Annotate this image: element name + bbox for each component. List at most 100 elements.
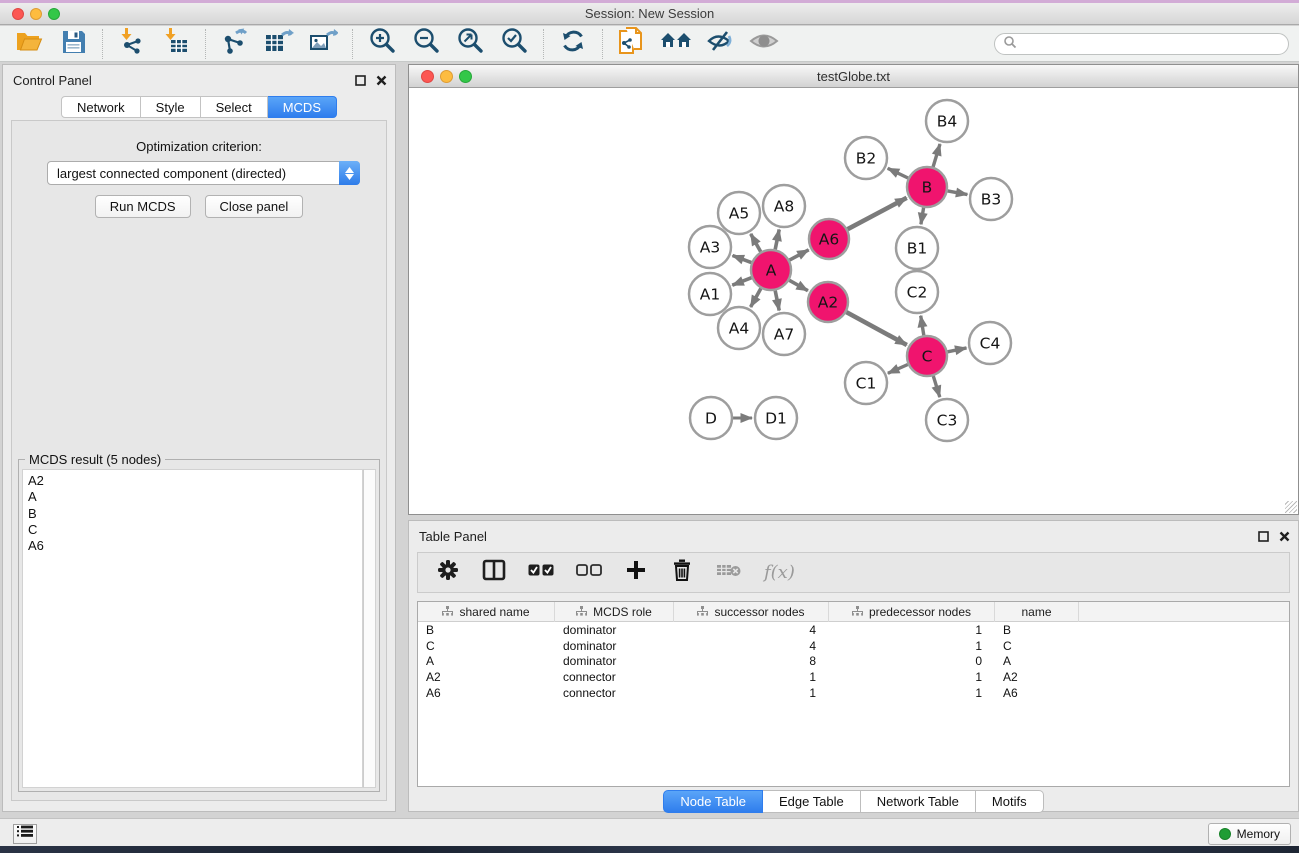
node-B3[interactable]: B3 (970, 178, 1012, 220)
edge-A-A3[interactable] (733, 256, 752, 263)
table-cell[interactable]: A6 (418, 686, 555, 700)
table-cell[interactable]: 1 (829, 686, 995, 700)
edge-A-A5[interactable] (751, 234, 761, 252)
mcds-result-list[interactable]: A2ABCA6 (22, 469, 363, 788)
table-cell[interactable]: A (418, 654, 555, 668)
node-A6[interactable]: A6 (809, 219, 849, 259)
table-cell[interactable]: 1 (829, 670, 995, 684)
table-row[interactable]: Adominator80A (418, 654, 1289, 670)
network-canvas[interactable]: B4B2BB3A8A5A6A3B1AC2A1A2A4A7C4CC1C3DD1 (409, 88, 1298, 514)
tab-network[interactable]: Network (61, 96, 141, 118)
edge-B-B3[interactable] (948, 191, 968, 195)
table-row[interactable]: Cdominator41C (418, 638, 1289, 654)
mcds-result-scrollbar[interactable] (363, 469, 376, 788)
node-C[interactable]: C (907, 336, 947, 376)
import-network-button[interactable] (117, 29, 147, 59)
node-B2[interactable]: B2 (845, 137, 887, 179)
tab-select[interactable]: Select (201, 96, 268, 118)
export-table-button[interactable] (264, 29, 294, 59)
column-header-MCDS-role[interactable]: MCDS role (555, 602, 674, 622)
node-A8[interactable]: A8 (763, 185, 805, 227)
edge-C-C4[interactable] (948, 348, 967, 352)
mcds-result-item[interactable]: B (28, 506, 357, 522)
add-row-button[interactable] (624, 560, 648, 586)
node-C2[interactable]: C2 (896, 271, 938, 313)
table-cell[interactable]: A2 (995, 670, 1079, 684)
zoom-selected-button[interactable] (499, 29, 529, 59)
edge-A-A4[interactable] (751, 288, 761, 307)
float-panel-icon[interactable] (1258, 529, 1269, 547)
edge-A2-C[interactable] (846, 312, 906, 345)
mcds-result-item[interactable]: A (28, 489, 357, 505)
column-header-predecessor-nodes[interactable]: predecessor nodes (829, 602, 995, 622)
tab-style[interactable]: Style (141, 96, 201, 118)
edge-A6-B[interactable] (848, 198, 907, 229)
table-cell[interactable]: B (995, 623, 1079, 637)
table-cell[interactable]: dominator (555, 654, 674, 668)
task-history-button[interactable] (13, 824, 37, 844)
edge-A-A8[interactable] (775, 230, 779, 250)
zoom-out-button[interactable] (411, 29, 441, 59)
export-network-button[interactable] (220, 29, 250, 59)
table-cell[interactable]: A (995, 654, 1079, 668)
node-A3[interactable]: A3 (689, 226, 731, 268)
table-cell[interactable]: 4 (674, 639, 829, 653)
column-header-name[interactable]: name (995, 602, 1079, 622)
edge-C-C2[interactable] (921, 316, 924, 336)
table-cell[interactable]: 1 (829, 623, 995, 637)
frame-resize-handle[interactable] (1285, 501, 1297, 513)
table-cell[interactable]: 4 (674, 623, 829, 637)
deselect-all-button[interactable] (576, 560, 602, 586)
run-mcds-button[interactable]: Run MCDS (95, 195, 191, 218)
tab-mcds[interactable]: MCDS (268, 96, 337, 118)
zoom-in-button[interactable] (367, 29, 397, 59)
edge-C-C1[interactable] (888, 365, 908, 374)
table-cell[interactable]: C (995, 639, 1079, 653)
edge-A-A2[interactable] (789, 280, 808, 290)
table-cell[interactable]: A2 (418, 670, 555, 684)
node-D[interactable]: D (690, 397, 732, 439)
close-panel-icon[interactable] (376, 73, 387, 91)
table-cell[interactable]: A6 (995, 686, 1079, 700)
import-table-button[interactable] (161, 29, 191, 59)
save-session-button[interactable] (58, 29, 88, 59)
edge-B-B2[interactable] (888, 168, 908, 178)
zoom-fit-button[interactable] (455, 29, 485, 59)
table-cell[interactable]: 1 (674, 670, 829, 684)
node-A4[interactable]: A4 (718, 307, 760, 349)
column-header-successor-nodes[interactable]: successor nodes (674, 602, 829, 622)
tab-network-table[interactable]: Network Table (861, 790, 976, 813)
function-builder-button[interactable]: f(x) (764, 560, 795, 586)
table-cell[interactable]: 0 (829, 654, 995, 668)
edge-A-A6[interactable] (790, 250, 809, 260)
table-row[interactable]: Bdominator41B (418, 622, 1289, 638)
edge-B-B4[interactable] (933, 144, 940, 167)
memory-button[interactable]: Memory (1208, 823, 1291, 845)
hide-graphics-details-button[interactable] (705, 29, 735, 59)
column-header-shared-name[interactable]: shared name (418, 602, 555, 622)
mcds-result-item[interactable]: A2 (28, 473, 357, 489)
node-B[interactable]: B (907, 167, 947, 207)
edge-A-A1[interactable] (732, 278, 751, 286)
node-A[interactable]: A (751, 250, 791, 290)
settings-gear-button[interactable] (436, 560, 460, 586)
close-panel-icon[interactable] (1279, 529, 1290, 547)
criterion-select[interactable]: largest connected component (directed) (47, 161, 360, 185)
close-panel-button[interactable]: Close panel (205, 195, 304, 218)
table-cell[interactable]: C (418, 639, 555, 653)
table-cell[interactable]: connector (555, 686, 674, 700)
table-cell[interactable]: connector (555, 670, 674, 684)
table-cell[interactable]: dominator (555, 639, 674, 653)
tab-edge-table[interactable]: Edge Table (763, 790, 861, 813)
node-C1[interactable]: C1 (845, 362, 887, 404)
node-A7[interactable]: A7 (763, 313, 805, 355)
show-column-button[interactable] (482, 560, 506, 586)
node-B1[interactable]: B1 (896, 227, 938, 269)
delete-table-button[interactable] (716, 560, 742, 586)
open-file-button[interactable] (14, 29, 44, 59)
edge-C-C3[interactable] (933, 376, 940, 397)
tab-node-table[interactable]: Node Table (663, 790, 763, 813)
table-row[interactable]: A6connector11A6 (418, 685, 1289, 701)
table-cell[interactable]: dominator (555, 623, 674, 637)
home-network-overview-button[interactable] (661, 29, 691, 59)
